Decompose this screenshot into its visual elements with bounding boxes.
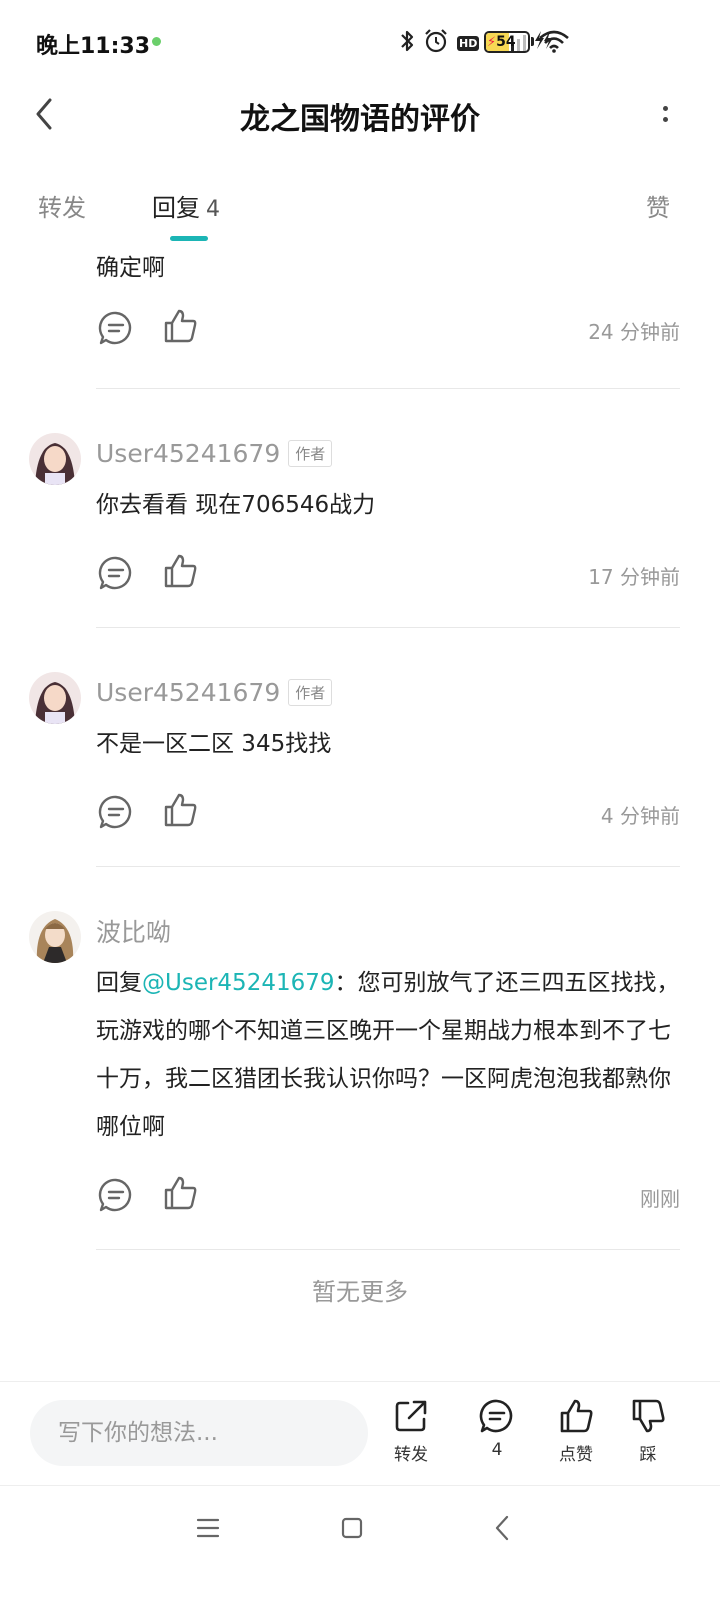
menu-icon	[196, 1518, 220, 1538]
active-tab-indicator	[170, 236, 208, 241]
author-name[interactable]: 波比呦	[96, 913, 171, 949]
share-button[interactable]: 转发	[381, 1398, 441, 1465]
author-name[interactable]: User45241679	[96, 439, 280, 468]
bottom-action-bar: 转发 4 点赞 踩	[0, 1381, 720, 1485]
divider	[96, 866, 680, 867]
tab-likes[interactable]: 赞	[646, 188, 670, 223]
tab-bar: 转发 回复 4 赞	[0, 180, 720, 244]
dislike-label: 踩	[639, 1445, 657, 1465]
comment-icon	[479, 1399, 513, 1433]
status-time: 晚上11:33	[36, 34, 151, 59]
system-back-button[interactable]	[472, 1508, 532, 1548]
battery-level: 54	[496, 34, 516, 50]
replies-button[interactable]: 4	[467, 1398, 527, 1460]
tab-repost-label: 转发	[38, 194, 86, 222]
thumbs-down-icon	[632, 1399, 665, 1433]
author-name[interactable]: User45241679	[96, 678, 280, 707]
reply-actions: 17 分钟前	[96, 543, 680, 607]
more-options-button[interactable]	[650, 96, 680, 132]
author-line: User45241679 作者	[96, 672, 680, 712]
fast-charge-icon	[532, 28, 556, 57]
reply-content: 你去看看 现在706546战力	[96, 492, 376, 518]
reply-time: 刚刚	[640, 1187, 680, 1211]
reply-item: User45241679 作者 不是一区二区 345找找 4 分钟前	[0, 672, 720, 867]
dislike-button[interactable]: 踩	[618, 1398, 678, 1465]
reply-actions: 24 分钟前	[96, 298, 680, 362]
tab-repost[interactable]: 转发	[38, 188, 86, 223]
reply-content: 确定啊	[96, 255, 165, 281]
hd-icon: HD	[457, 35, 480, 51]
thumbs-up-icon[interactable]	[162, 308, 200, 346]
title-bar: 龙之国物语的评价	[0, 86, 720, 142]
reply-item: User45241679 作者 你去看看 现在706546战力 17 分钟前	[0, 433, 720, 628]
alarm-icon	[423, 28, 449, 58]
chevron-left-icon	[495, 1515, 509, 1541]
comment-icon[interactable]	[98, 310, 136, 348]
page-title: 龙之国物语的评价	[240, 102, 480, 137]
thumbs-up-icon	[560, 1399, 593, 1433]
thumbs-up-icon[interactable]	[162, 1175, 200, 1213]
reply-content: 不是一区二区 345找找	[96, 731, 332, 757]
reply-time: 4 分钟前	[600, 804, 680, 828]
end-of-list-text: 暂无更多	[312, 1278, 408, 1306]
author-badge: 作者	[288, 439, 333, 467]
comment-icon[interactable]	[98, 794, 136, 832]
avatar[interactable]	[29, 911, 81, 963]
thumbs-up-icon[interactable]	[162, 792, 200, 830]
avatar[interactable]	[29, 433, 81, 485]
divider	[96, 627, 680, 628]
reply-content: 回复@User45241679：您可别放气了还三四五区找找，玩游戏的哪个不知道三…	[96, 959, 680, 1151]
reply-actions: 4 分钟前	[96, 782, 680, 846]
reply-item: 波比呦 回复@User45241679：您可别放气了还三四五区找找，玩游戏的哪个…	[0, 911, 720, 1250]
system-nav-bar	[0, 1485, 720, 1600]
bluetooth-icon	[399, 28, 415, 58]
tab-likes-label: 赞	[646, 194, 670, 222]
reply-prefix: 回复	[96, 970, 142, 996]
comment-icon[interactable]	[98, 555, 136, 593]
thumbs-up-icon[interactable]	[162, 553, 200, 591]
author-line: 波比呦	[96, 911, 680, 951]
status-indicator-dot	[152, 37, 161, 46]
share-icon	[395, 1400, 427, 1432]
tab-replies-count: 4	[206, 197, 220, 222]
reply-actions: 刚刚	[96, 1165, 680, 1229]
replies-count: 4	[491, 1440, 503, 1460]
author-badge: 作者	[288, 678, 333, 706]
tab-replies-label: 回复	[152, 194, 200, 222]
author-line: User45241679 作者	[96, 433, 680, 473]
reply-list: 确定啊 24 分钟前 User45241679 作者 你去看看 现在706546…	[0, 244, 720, 1250]
tab-replies[interactable]: 回复 4	[152, 188, 220, 223]
status-bar: 晚上11:33 HD 4G ⚡ 54	[0, 0, 720, 86]
share-label: 转发	[394, 1445, 428, 1465]
battery-icon: ⚡ 54	[484, 31, 530, 53]
reply-time: 24 分钟前	[588, 320, 680, 344]
reply-item: 确定啊 24 分钟前	[0, 244, 720, 389]
charging-icon: ⚡	[487, 34, 497, 50]
like-button[interactable]: 点赞	[546, 1398, 606, 1465]
like-label: 点赞	[559, 1445, 593, 1465]
mention-link[interactable]: @User45241679	[142, 970, 335, 996]
divider	[96, 388, 680, 389]
avatar[interactable]	[29, 672, 81, 724]
home-square-icon	[341, 1517, 363, 1539]
divider	[96, 1249, 680, 1250]
recent-apps-button[interactable]	[178, 1508, 238, 1548]
comment-icon[interactable]	[98, 1177, 136, 1215]
home-button[interactable]	[322, 1508, 382, 1548]
comment-input[interactable]	[30, 1400, 368, 1466]
reply-time: 17 分钟前	[588, 565, 680, 589]
more-vertical-icon	[662, 106, 668, 111]
